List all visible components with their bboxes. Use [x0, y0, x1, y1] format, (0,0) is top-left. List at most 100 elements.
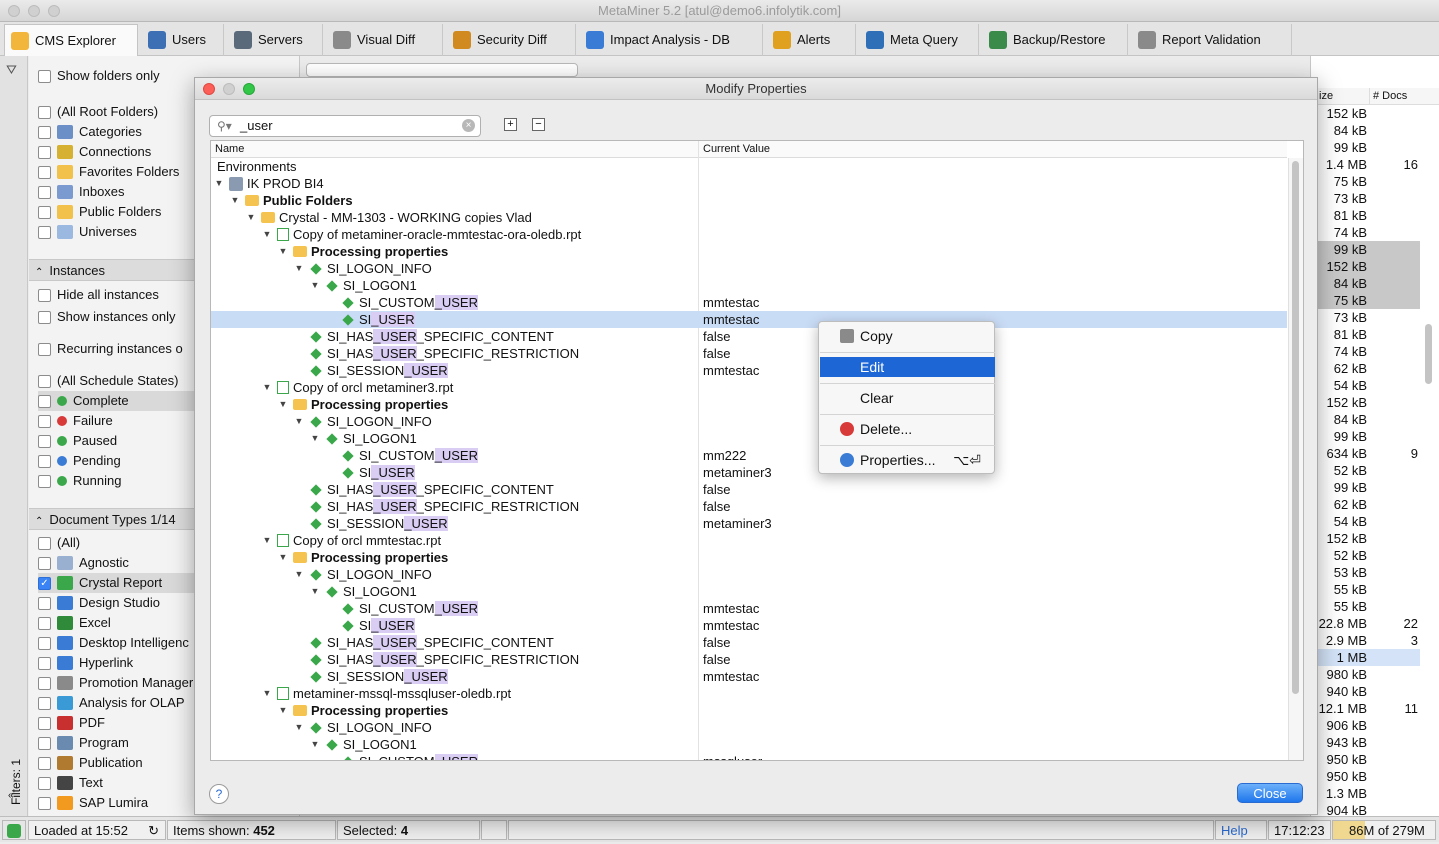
sidebar-search-field[interactable] — [306, 63, 578, 77]
tab-backup-restore[interactable]: Backup/Restore — [983, 24, 1128, 56]
checkbox[interactable] — [38, 310, 51, 324]
tree-row[interactable]: ▼ Crystal - MM-1303 - WORKING copies Vlad — [211, 209, 1287, 226]
tree-row[interactable]: ▼ Public Folders — [211, 192, 1287, 209]
hide-all-instances[interactable]: Hide all instances — [38, 285, 159, 305]
tree-row[interactable]: ▼ metaminer-mssql-mssqluser-oledb.rpt — [211, 685, 1287, 702]
tree-row[interactable]: ▼ Copy of metaminer-oracle-mmtestac-ora-o… — [211, 226, 1287, 243]
checkbox[interactable] — [38, 434, 51, 448]
table-row[interactable]: 74 kB — [1310, 343, 1420, 360]
instances-section-header[interactable]: ⌃ Instances — [29, 259, 194, 281]
value-column-header[interactable]: Current Value — [703, 141, 770, 158]
disclosure-triangle-icon[interactable]: ▼ — [293, 260, 305, 277]
table-row[interactable]: 1 MB — [1310, 649, 1420, 666]
tree-row[interactable]: ▼ Copy of orcl mmtestac.rpt — [211, 532, 1287, 549]
tree-row[interactable]: SI_HAS_USER_SPECIFIC_CONTENT false — [211, 481, 1287, 498]
disclosure-triangle-icon[interactable]: ▼ — [293, 566, 305, 583]
checkbox[interactable] — [38, 656, 51, 670]
current-value-cell[interactable]: mssqluser — [703, 753, 762, 760]
schedule-state-failure[interactable]: Failure — [38, 411, 113, 431]
menu-item-edit[interactable]: Edit — [820, 357, 995, 377]
disclosure-triangle-icon[interactable]: ▼ — [261, 379, 273, 396]
tree-row[interactable]: SI_USER mmtestac — [211, 311, 1287, 328]
tree-row[interactable]: SI_USER mmtestac — [211, 617, 1287, 634]
tree-row[interactable]: ▼ SI_LOGON_INFO — [211, 413, 1287, 430]
checkbox[interactable] — [38, 374, 51, 388]
table-row[interactable]: 84 kB — [1310, 122, 1420, 139]
tree-row[interactable]: ▼ SI_LOGON_INFO — [211, 719, 1287, 736]
disclosure-triangle-icon[interactable]: ▼ — [277, 396, 289, 413]
table-row[interactable]: 12.1 MB 11 — [1310, 700, 1420, 717]
tree-row[interactable]: ▼ IK PROD BI4 — [211, 175, 1287, 192]
disclosure-triangle-icon[interactable]: ▼ — [277, 243, 289, 260]
table-row[interactable]: 22.8 MB 22 — [1310, 615, 1420, 632]
tab-visual-diff[interactable]: Visual Diff — [327, 24, 443, 56]
current-value-cell[interactable]: false — [703, 481, 730, 498]
menu-item-copy[interactable]: Copy — [820, 326, 995, 346]
table-row[interactable]: 75 kB — [1310, 292, 1420, 309]
table-row[interactable]: 52 kB — [1310, 462, 1420, 479]
tree-row[interactable]: SI_HAS_USER_SPECIFIC_CONTENT false — [211, 634, 1287, 651]
tree-row[interactable]: ▼ Processing properties — [211, 243, 1287, 260]
schedule-state-all-schedule-states[interactable]: (All Schedule States) — [38, 371, 178, 391]
disclosure-triangle-icon[interactable]: ▼ — [293, 719, 305, 736]
doc-type-agnostic[interactable]: Agnostic — [38, 553, 129, 573]
schedule-state-pending[interactable]: Pending — [38, 451, 121, 471]
tree-row[interactable]: ▼ Processing properties — [211, 549, 1287, 566]
table-row[interactable]: 1.3 MB — [1310, 785, 1420, 802]
size-column-header[interactable]: ize — [1319, 88, 1333, 105]
checkbox[interactable] — [38, 394, 51, 408]
table-row[interactable]: 62 kB — [1310, 496, 1420, 513]
disclosure-triangle-icon[interactable]: ▼ — [293, 413, 305, 430]
disclosure-triangle-icon[interactable]: ▼ — [229, 192, 241, 209]
folder-filter-favorites-folders[interactable]: Favorites Folders — [38, 162, 179, 182]
results-scrollbar-thumb[interactable] — [1425, 324, 1432, 384]
disclosure-triangle-icon[interactable]: ▼ — [309, 277, 321, 294]
table-row[interactable]: 52 kB — [1310, 547, 1420, 564]
table-row[interactable]: 53 kB — [1310, 564, 1420, 581]
checkbox[interactable] — [38, 205, 51, 219]
table-row[interactable]: 99 kB — [1310, 479, 1420, 496]
schedule-state-paused[interactable]: Paused — [38, 431, 117, 451]
table-row[interactable]: 152 kB — [1310, 105, 1420, 122]
checkbox[interactable] — [38, 696, 51, 710]
table-row[interactable]: 2.9 MB 3 — [1310, 632, 1420, 649]
tree-row[interactable]: SI_HAS_USER_SPECIFIC_CONTENT false — [211, 328, 1287, 345]
schedule-state-complete[interactable]: Complete — [38, 391, 194, 411]
table-row[interactable]: 84 kB — [1310, 411, 1420, 428]
doc-type-text[interactable]: Text — [38, 773, 103, 793]
table-row[interactable]: 62 kB — [1310, 360, 1420, 377]
filter-funnel-icon[interactable]: ⛛ — [6, 62, 22, 78]
current-value-cell[interactable]: mmtestac — [703, 311, 759, 328]
table-row[interactable]: 54 kB — [1310, 513, 1420, 530]
collapse-filters-icon[interactable]: « — [8, 790, 14, 801]
current-value-cell[interactable]: metaminer3 — [703, 464, 772, 481]
table-row[interactable]: 55 kB — [1310, 581, 1420, 598]
table-row[interactable]: 152 kB — [1310, 394, 1420, 411]
current-value-cell[interactable]: mmtestac — [703, 294, 759, 311]
dialog-help-button[interactable]: ? — [209, 784, 229, 804]
tree-row[interactable]: SI_SESSION_USER mmtestac — [211, 362, 1287, 379]
tree-row[interactable]: Environments — [211, 158, 1287, 175]
name-column-header[interactable]: Name — [215, 141, 244, 158]
checkbox[interactable] — [38, 454, 51, 468]
minimize-window-icon[interactable] — [28, 5, 40, 17]
table-row[interactable]: 54 kB — [1310, 377, 1420, 394]
checkbox[interactable] — [38, 145, 51, 159]
tree-row[interactable]: SI_HAS_USER_SPECIFIC_RESTRICTION false — [211, 345, 1287, 362]
table-row[interactable]: 75 kB — [1310, 173, 1420, 190]
tree-row[interactable]: ▼ SI_LOGON1 — [211, 430, 1287, 447]
menu-item-properties[interactable]: Properties... ⌥⏎ — [820, 450, 995, 470]
refresh-icon[interactable]: ↻ — [148, 821, 159, 841]
table-row[interactable]: 906 kB — [1310, 717, 1420, 734]
tab-users[interactable]: Users — [142, 24, 224, 56]
checkbox[interactable] — [38, 556, 51, 570]
current-value-cell[interactable]: metaminer3 — [703, 515, 772, 532]
checkbox[interactable] — [38, 616, 51, 630]
table-row[interactable]: 84 kB — [1310, 275, 1420, 292]
tab-cms-explorer[interactable]: CMS Explorer — [4, 24, 138, 56]
checkbox[interactable] — [38, 474, 51, 488]
tree-row[interactable]: ▼ SI_LOGON1 — [211, 736, 1287, 753]
current-value-cell[interactable]: mmtestac — [703, 668, 759, 685]
tree-row[interactable]: ▼ SI_LOGON_INFO — [211, 566, 1287, 583]
zoom-window-icon[interactable] — [48, 5, 60, 17]
